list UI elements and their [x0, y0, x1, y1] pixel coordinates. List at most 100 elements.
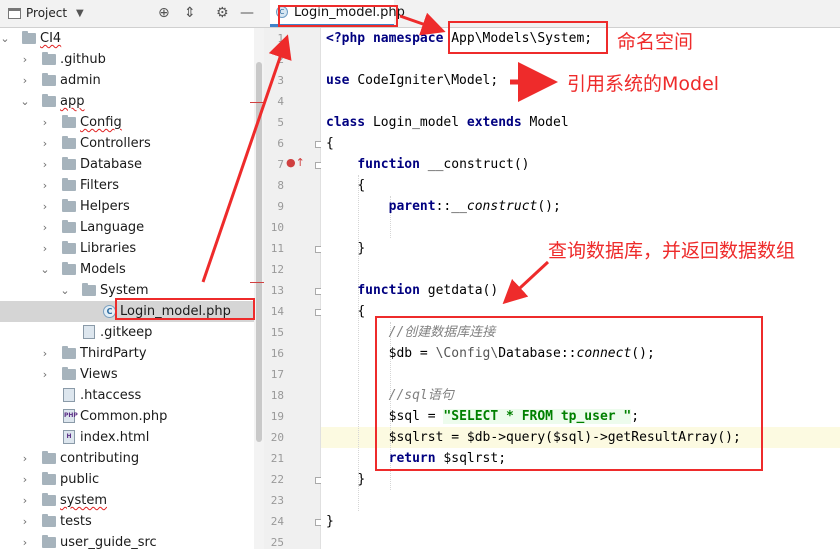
folder-icon [42, 94, 56, 107]
tree-item-label: system [60, 493, 107, 508]
chevron-right-icon[interactable]: › [20, 532, 30, 553]
tree-item[interactable]: › tests [0, 511, 254, 532]
project-panel-title[interactable]: Project [26, 6, 67, 20]
tree-item-label: index.html [80, 430, 150, 445]
tree-item[interactable]: › public [0, 469, 254, 490]
line-number: 6 [277, 137, 284, 150]
chevron-down-icon[interactable]: ⌄ [60, 280, 70, 301]
line-number: 21 [270, 452, 284, 465]
change-marker [250, 102, 264, 103]
line-number: 15 [270, 326, 284, 339]
project-panel-header: Project ▼ ⊕ ⇕ ⚙ — [0, 0, 264, 28]
annotation-model: 引用系统的Model [567, 73, 720, 95]
chevron-right-icon[interactable]: › [20, 511, 30, 532]
tree-item[interactable]: › Libraries [0, 238, 254, 259]
tree-item[interactable]: › system [0, 490, 254, 511]
chevron-right-icon[interactable]: › [20, 469, 30, 490]
tree-item[interactable]: .htaccess [0, 385, 254, 406]
tree-item-label: Controllers [80, 136, 151, 151]
tree-item[interactable]: › ThirdParty [0, 343, 254, 364]
query-highlight-box [375, 316, 763, 471]
chevron-right-icon[interactable]: › [40, 154, 50, 175]
folder-icon [62, 262, 76, 275]
line-number: 22 [270, 473, 284, 486]
tree-item[interactable]: ⌄ Models [0, 259, 254, 280]
folder-icon [62, 220, 76, 233]
tree-item[interactable]: ⌄ CI4 [0, 28, 254, 49]
folder-icon [62, 241, 76, 254]
chevron-right-icon[interactable]: › [20, 70, 30, 91]
tree-item-label: Database [80, 157, 143, 172]
tree-item[interactable]: › .github [0, 49, 254, 70]
code-line-8: { [357, 178, 366, 193]
tree-item-label: Models [80, 262, 126, 277]
chevron-right-icon[interactable]: › [20, 490, 30, 511]
php-file-icon: PHP [63, 409, 78, 423]
tree-item-label: .gitkeep [100, 325, 153, 340]
collapse-all-icon[interactable]: ⇕ [184, 5, 196, 21]
gear-icon[interactable]: ⚙ [216, 5, 229, 21]
chevron-down-icon[interactable]: ⌄ [20, 91, 30, 112]
line-number: 8 [277, 179, 284, 192]
chevron-right-icon[interactable]: › [40, 112, 50, 133]
tree-item[interactable]: › Helpers [0, 196, 254, 217]
code-line-9: parent::__construct(); [388, 199, 561, 214]
line-number: 24 [270, 515, 284, 528]
tree-item[interactable]: › Controllers [0, 133, 254, 154]
tree-item-label: Language [80, 220, 145, 235]
chevron-down-icon[interactable]: ⌄ [40, 259, 50, 280]
annotation-namespace: 命名空间 [617, 31, 694, 53]
tree-item[interactable]: › admin [0, 70, 254, 91]
line-number: 2 [277, 53, 284, 66]
tree-item[interactable]: › Language [0, 217, 254, 238]
line-number: 10 [270, 221, 284, 234]
chevron-down-icon[interactable]: ⌄ [0, 28, 10, 49]
line-number: 23 [270, 494, 284, 507]
tree-item-label: app [60, 94, 85, 109]
tab-highlight-box [278, 5, 398, 27]
chevron-right-icon[interactable]: › [40, 196, 50, 217]
tree-item[interactable]: Hindex.html [0, 427, 254, 448]
line-number: 13 [270, 284, 284, 297]
tree-item[interactable]: › Views [0, 364, 254, 385]
hide-panel-icon[interactable]: — [240, 5, 254, 21]
folder-icon [82, 283, 96, 296]
tree-item-label: contributing [60, 451, 140, 466]
line-number: 17 [270, 368, 284, 381]
folder-icon [62, 367, 76, 380]
chevron-right-icon[interactable]: › [20, 448, 30, 469]
code-line-22: } [357, 472, 366, 487]
chevron-right-icon[interactable]: › [40, 217, 50, 238]
locate-icon[interactable]: ⊕ [158, 5, 170, 21]
override-icon[interactable]: ●↑ [286, 156, 305, 169]
chevron-right-icon[interactable]: › [40, 238, 50, 259]
tree-item[interactable]: › contributing [0, 448, 254, 469]
chevron-right-icon[interactable]: › [40, 364, 50, 385]
chevron-right-icon[interactable]: › [40, 175, 50, 196]
folder-icon [62, 178, 76, 191]
code-line-14: { [357, 304, 366, 319]
line-number: 1 [277, 32, 284, 45]
file-highlight-box [115, 298, 255, 320]
tree-item[interactable]: PHP Common.php [0, 406, 254, 427]
code-line-7: function __construct() [357, 157, 530, 172]
line-number: 16 [270, 347, 284, 360]
line-number: 14 [270, 305, 284, 318]
tree-item-label: tests [60, 514, 92, 529]
chevron-down-icon[interactable]: ▼ [76, 8, 84, 19]
chevron-right-icon[interactable]: › [20, 49, 30, 70]
tree-item[interactable]: › Config [0, 112, 254, 133]
tree-scrollbar-thumb[interactable] [256, 62, 262, 442]
code-line-5: class Login_model extends Model [326, 115, 569, 130]
tree-item[interactable]: .gitkeep [0, 322, 254, 343]
tree-item[interactable]: › Filters [0, 175, 254, 196]
file-icon [63, 388, 75, 402]
code-line-11: } [357, 241, 366, 256]
code-line-13: function getdata() [357, 283, 499, 298]
tree-item[interactable]: › Database [0, 154, 254, 175]
tree-item-label: admin [60, 73, 101, 88]
tree-item[interactable]: ⌄ app [0, 91, 254, 112]
chevron-right-icon[interactable]: › [40, 133, 50, 154]
tree-item[interactable]: › user_guide_src [0, 532, 254, 553]
chevron-right-icon[interactable]: › [40, 343, 50, 364]
